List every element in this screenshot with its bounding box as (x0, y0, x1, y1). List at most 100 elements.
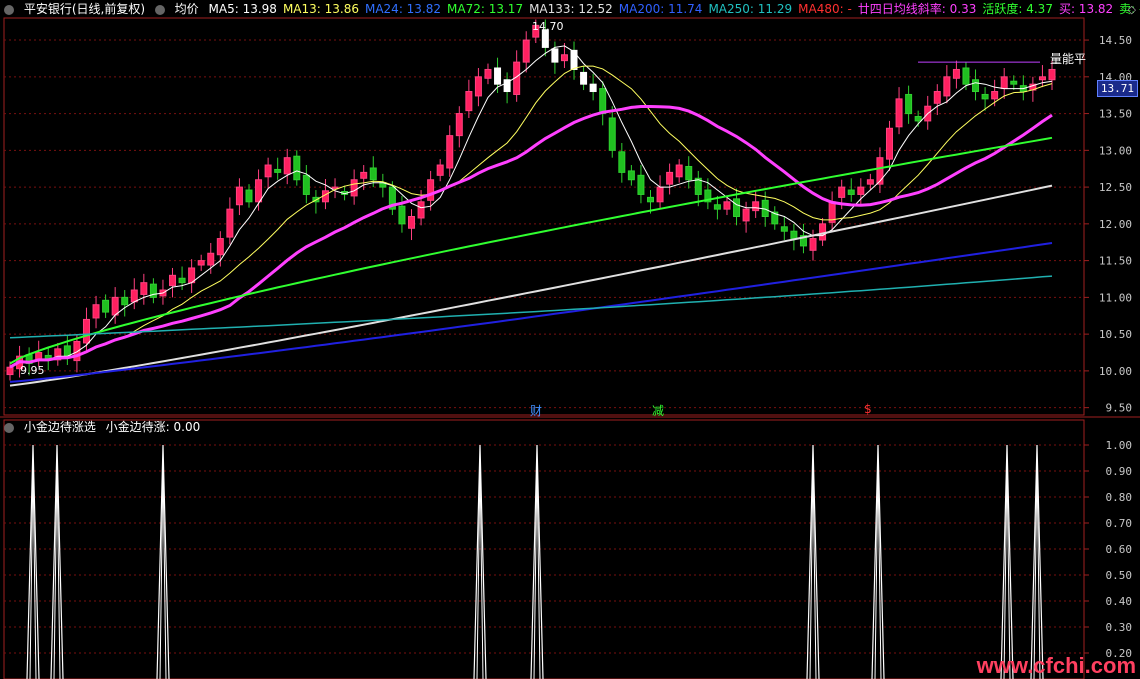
candle-body (121, 296, 129, 306)
low-label: 9.95 (20, 364, 45, 377)
candle-body (255, 179, 263, 203)
candle-body (494, 67, 502, 85)
candle-body (274, 168, 282, 173)
current-price-tag: 13.71 (1096, 80, 1138, 97)
candle-body (895, 98, 903, 128)
candle-body (780, 226, 788, 232)
candle-body (1048, 68, 1056, 81)
volume-flat-label: 量能平 (1050, 52, 1087, 66)
y-tick-label: 0.60 (1106, 543, 1133, 556)
ma-label: MA133: 12.52 (529, 2, 613, 16)
candle-body (130, 289, 138, 303)
candle-body (914, 116, 922, 122)
candle-body (35, 352, 43, 360)
candle-body (446, 135, 454, 169)
candle-body (484, 68, 492, 79)
candle-body (857, 186, 865, 195)
candle-body (302, 174, 310, 195)
candle-body (733, 198, 741, 218)
chart-header: 平安银行(日线,前复权) 均价 MA5: 13.98 MA13: 13.86 MA2… (4, 0, 1140, 18)
candle-body (1038, 76, 1046, 81)
candle-body (599, 88, 607, 115)
ma-label: MA200: 11.74 (618, 2, 703, 16)
y-tick-label: 13.00 (1099, 144, 1132, 157)
y-tick-label: 9.50 (1106, 402, 1133, 415)
candle-body (847, 189, 855, 195)
candle-body (1010, 80, 1018, 85)
candle-body (589, 83, 597, 93)
candle-body (197, 260, 205, 266)
candle-body (675, 164, 683, 178)
candle-body (408, 216, 416, 229)
candle-body (6, 366, 14, 376)
candle-body (436, 164, 444, 176)
indicator-icon[interactable] (154, 4, 165, 15)
candle-body (608, 117, 616, 151)
y-tick-label: 1.00 (1106, 439, 1133, 452)
candle-body (102, 299, 110, 313)
candle-body (972, 79, 980, 93)
candle-body (63, 345, 71, 357)
y-tick-label: 12.00 (1099, 218, 1132, 231)
candle-body (465, 91, 473, 112)
y-tick-label: 0.80 (1106, 491, 1133, 504)
candle-body (398, 205, 406, 225)
y-tick-label: 12.50 (1099, 181, 1132, 194)
ma-label: MA13: 13.86 (282, 2, 359, 16)
candle-body (560, 54, 568, 62)
high-label: 14.70 (532, 20, 564, 33)
candle-body (666, 171, 674, 185)
lower-indicator-name: 小金边待涨选 (23, 420, 96, 434)
candle-body (819, 223, 827, 241)
candle-body (293, 155, 301, 181)
candle-body (216, 238, 224, 256)
lower-collapse-icon[interactable] (4, 422, 14, 433)
candle-body (169, 274, 177, 287)
y-tick-label: 11.50 (1099, 255, 1132, 268)
candle-body (207, 252, 215, 266)
candle-body (455, 113, 463, 137)
candle-body (943, 76, 951, 97)
ma-label: MA24: 13.82 (364, 2, 442, 16)
candle-body (646, 196, 654, 203)
candle-body (417, 201, 425, 219)
candle-body (952, 68, 960, 79)
ma-label: MA5: 13.98 (208, 2, 277, 16)
candle-body (178, 277, 186, 284)
candle-body (885, 127, 893, 160)
candle-body (140, 282, 148, 295)
marker-reduce: 减 (652, 404, 665, 418)
candle-body (551, 48, 559, 63)
candle-body (369, 167, 377, 181)
ma-legend: MA5: 13.98 MA13: 13.86 MA24: 13.82 MA72: 13… (209, 2, 1140, 16)
candle-body (752, 201, 760, 212)
y-tick-label: 0.50 (1106, 569, 1133, 582)
candle-body (580, 71, 588, 85)
candle-body (981, 93, 989, 100)
candle-body (360, 171, 368, 179)
candle-body (723, 201, 731, 210)
collapse-icon[interactable] (4, 4, 14, 15)
candle-body (876, 157, 884, 185)
candle-body (92, 304, 100, 319)
lower-indicator-value: 小金边待涨: 0.00 (105, 420, 201, 434)
candle-body (838, 186, 846, 198)
candle-body (226, 208, 234, 238)
candle-body (82, 318, 90, 344)
ma24-line (9, 105, 1053, 369)
candle-body (685, 166, 693, 181)
y-tick-label: 0.30 (1106, 621, 1133, 634)
candle-body (627, 170, 635, 181)
candle-body (637, 174, 645, 195)
candle-body (73, 340, 81, 362)
candle-body (742, 208, 750, 222)
y-tick-label: 10.50 (1099, 328, 1132, 341)
candle-body (656, 186, 664, 203)
y-tick-label: 14.50 (1099, 34, 1132, 47)
ma133-line (9, 184, 1053, 387)
window-controls[interactable]: ◇ (1128, 3, 1136, 16)
candle-body (933, 91, 941, 104)
ma-label: MA250: 11.29 (708, 2, 793, 16)
y-tick-label: 10.00 (1099, 365, 1132, 378)
candle-body (866, 179, 874, 185)
